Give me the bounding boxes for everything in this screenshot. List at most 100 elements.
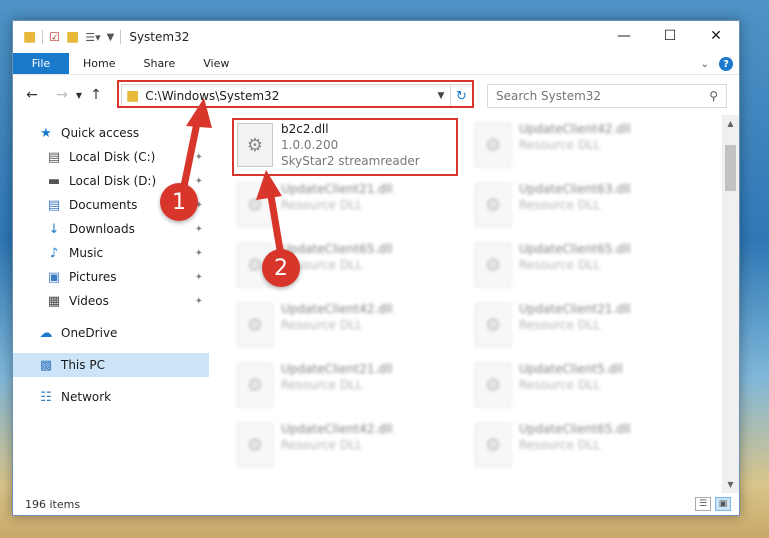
sidebar-item-onedrive[interactable]: ☁ OneDrive: [13, 321, 209, 345]
refresh-icon[interactable]: ↻: [450, 85, 472, 107]
sidebar-item-this-pc[interactable]: ▩ This PC: [13, 353, 209, 377]
scroll-down-icon[interactable]: ▼: [722, 476, 739, 493]
sidebar-item-label: Pictures: [69, 270, 117, 284]
file-type: Resource DLL: [519, 438, 601, 452]
file-item[interactable]: ⚙ UpdateClient65.dll Resource DLL: [469, 237, 695, 295]
sidebar-item-label: Network: [61, 390, 112, 404]
file-item[interactable]: ⚙ UpdateClient42.dll Resource DLL: [469, 117, 695, 175]
sidebar-item-label: Quick access: [61, 126, 140, 140]
recent-locations-icon[interactable]: ▼: [73, 91, 85, 100]
file-item[interactable]: ⚙ UpdateClient21.dll Resource DLL: [469, 297, 695, 355]
sidebar-item-label: Videos: [69, 294, 109, 308]
file-item[interactable]: ⚙ UpdateClient21.dll Resource DLL: [231, 357, 457, 415]
dll-gear-icon: ⚙: [475, 303, 511, 347]
address-path[interactable]: C:\Windows\System32: [145, 89, 432, 103]
file-type: Resource DLL: [281, 378, 363, 392]
view-options-icon[interactable]: ☰▾: [85, 31, 100, 44]
pin-icon[interactable]: ✦: [195, 224, 203, 235]
toolbar-separator: [42, 30, 44, 44]
properties-icon[interactable]: ☑: [49, 30, 60, 44]
vertical-scrollbar[interactable]: ▲ ▼: [722, 115, 739, 493]
details-view-icon[interactable]: ☰: [695, 497, 711, 511]
expand-ribbon-icon[interactable]: ⌄: [701, 59, 709, 70]
tab-file[interactable]: File: [13, 53, 69, 74]
file-item[interactable]: ⚙ UpdateClient65.dll Resource DLL: [469, 417, 695, 475]
sidebar-item-label: Music: [69, 246, 104, 260]
pin-icon[interactable]: ✦: [195, 272, 203, 283]
sidebar-item-label: OneDrive: [61, 326, 118, 340]
content-area: ★ Quick access ▤ Local Disk (C:) ✦ ▬ Loc…: [13, 115, 739, 493]
drive-icon: ▬: [47, 173, 61, 189]
chevron-down-icon[interactable]: ▼: [432, 91, 450, 101]
pin-icon[interactable]: ✦: [195, 176, 203, 187]
explorer-window: ■ ☑ ■ ☰▾ ▼ System32 — ☐ ✕ File Home Shar…: [12, 20, 740, 516]
folder-icon: ■: [126, 88, 140, 104]
dll-gear-icon: ⚙: [237, 123, 273, 167]
dll-gear-icon: ⚙: [475, 183, 511, 227]
file-item[interactable]: ⚙ UpdateClient42.dll Resource DLL: [231, 417, 457, 475]
up-arrow-icon[interactable]: ↑: [85, 87, 107, 103]
file-name: UpdateClient65.dll: [519, 422, 631, 436]
toolbar-separator: [120, 30, 122, 44]
scroll-up-icon[interactable]: ▲: [722, 115, 739, 132]
sidebar-item-videos[interactable]: ▦ Videos ✦: [13, 289, 209, 313]
tab-share[interactable]: Share: [129, 53, 189, 74]
sidebar-item-label: Local Disk (D:): [69, 174, 157, 188]
file-name: UpdateClient21.dll: [281, 182, 393, 196]
sidebar-item-label: Downloads: [69, 222, 135, 236]
file-item[interactable]: ⚙ UpdateClient5.dll Resource DLL: [469, 357, 695, 415]
file-type: Resource DLL: [519, 378, 601, 392]
minimize-button[interactable]: —: [601, 21, 647, 51]
folder-icon[interactable]: ■: [23, 29, 36, 45]
address-bar[interactable]: ■ C:\Windows\System32 ▼ ↻: [121, 84, 473, 108]
back-arrow-icon[interactable]: ←: [21, 87, 43, 103]
sidebar-item-pictures[interactable]: ▣ Pictures ✦: [13, 265, 209, 289]
new-folder-icon[interactable]: ■: [66, 29, 79, 45]
dll-gear-icon: ⚙: [237, 423, 273, 467]
tiles-view-icon[interactable]: ▣: [715, 497, 731, 511]
star-icon: ★: [40, 125, 52, 141]
help-icon[interactable]: ?: [719, 57, 733, 71]
file-item[interactable]: ⚙ UpdateClient63.dll Resource DLL: [469, 177, 695, 235]
sidebar-item-quick-access[interactable]: ★ Quick access: [13, 121, 209, 145]
file-list: ⚙ b2c2.dll 1.0.0.200 SkyStar2 streamread…: [209, 115, 739, 493]
close-button[interactable]: ✕: [693, 21, 739, 51]
sidebar-item-network[interactable]: ☷ Network: [13, 385, 209, 409]
search-icon[interactable]: ⚲: [709, 89, 718, 103]
file-name: UpdateClient65.dll: [281, 242, 393, 256]
dll-gear-icon: ⚙: [237, 363, 273, 407]
sidebar-item-local-disk-c[interactable]: ▤ Local Disk (C:) ✦: [13, 145, 209, 169]
window-title: System32: [129, 30, 190, 44]
network-icon: ☷: [40, 389, 52, 405]
pin-icon[interactable]: ✦: [195, 296, 203, 307]
status-bar: 196 items ☰ ▣: [13, 493, 739, 515]
videos-icon: ▦: [47, 293, 61, 309]
pin-icon[interactable]: ✦: [195, 248, 203, 259]
file-name: UpdateClient21.dll: [281, 362, 393, 376]
dll-gear-icon: ⚙: [475, 363, 511, 407]
sidebar-item-music[interactable]: ♪ Music ✦: [13, 241, 209, 265]
file-item[interactable]: ⚙ UpdateClient21.dll Resource DLL: [231, 177, 457, 235]
file-item-b2c2-dll[interactable]: ⚙ b2c2.dll 1.0.0.200 SkyStar2 streamread…: [231, 117, 457, 175]
tab-home[interactable]: Home: [69, 53, 129, 74]
documents-icon: ▤: [47, 197, 61, 213]
music-icon: ♪: [49, 245, 59, 261]
forward-arrow-icon[interactable]: →: [51, 87, 73, 103]
view-switcher: ☰ ▣: [695, 497, 731, 511]
customize-toolbar-icon[interactable]: ▼: [107, 32, 115, 43]
search-input[interactable]: [496, 89, 710, 103]
callout-step-1: 1: [160, 183, 198, 221]
search-box[interactable]: ⚲: [487, 84, 727, 108]
dll-gear-icon: ⚙: [475, 423, 511, 467]
ribbon-tabs: File Home Share View ⌄ ?: [13, 53, 739, 75]
title-bar: ■ ☑ ■ ☰▾ ▼ System32 — ☐ ✕: [13, 21, 739, 53]
scrollbar-thumb[interactable]: [725, 145, 736, 191]
file-name: b2c2.dll: [281, 122, 329, 136]
tab-view[interactable]: View: [189, 53, 243, 74]
pin-icon[interactable]: ✦: [195, 152, 203, 163]
file-item[interactable]: ⚙ UpdateClient42.dll Resource DLL: [231, 297, 457, 355]
sidebar-item-label: Documents: [69, 198, 138, 212]
maximize-button[interactable]: ☐: [647, 21, 693, 51]
file-name: UpdateClient21.dll: [519, 302, 631, 316]
drive-icon: ▤: [47, 149, 61, 165]
